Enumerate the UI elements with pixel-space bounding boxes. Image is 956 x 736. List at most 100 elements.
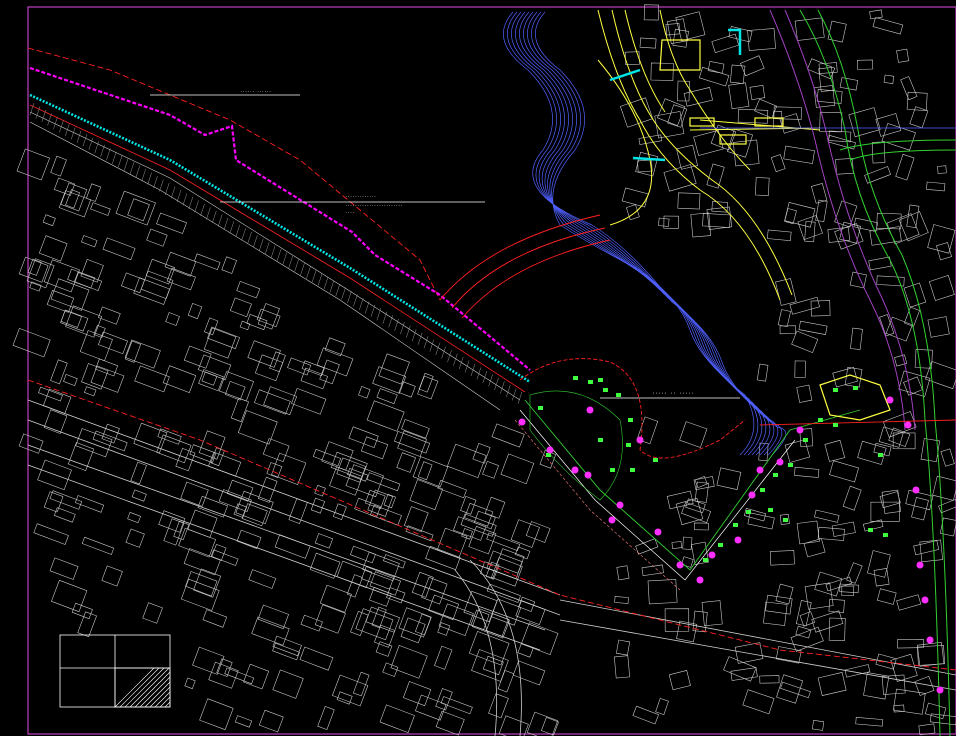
parcel (263, 386, 298, 416)
parcel (766, 229, 792, 242)
parcel (512, 660, 546, 686)
parcel (872, 17, 904, 35)
roads-purple (769, 9, 916, 431)
parcel (236, 529, 262, 549)
parcel (187, 303, 203, 320)
marker-magenta (936, 686, 944, 694)
parcel (798, 320, 828, 335)
hatch-stroke (423, 336, 429, 349)
marker-green (718, 543, 723, 547)
parcel (403, 506, 429, 533)
parcel (299, 646, 334, 671)
parcel (50, 359, 68, 385)
parcel (747, 512, 775, 530)
parcel (777, 309, 791, 328)
parcel (319, 584, 352, 613)
parcel (616, 639, 631, 656)
marker-green (746, 510, 751, 514)
parcel (81, 235, 98, 248)
parcel (647, 579, 678, 605)
parcel (243, 663, 270, 690)
parcel (614, 596, 629, 604)
parcel (271, 452, 307, 485)
hatch-stroke (147, 172, 152, 185)
parcel (16, 148, 50, 181)
parcel (472, 443, 491, 464)
hatch-stroke (139, 676, 171, 708)
parcel (916, 644, 946, 666)
parcel (734, 642, 764, 664)
parcel (366, 400, 405, 432)
parcel (383, 493, 396, 509)
parcel (811, 610, 844, 633)
parcel (525, 521, 551, 543)
parcel (864, 166, 891, 184)
parcel (50, 155, 67, 177)
hatch-stroke (411, 329, 417, 342)
hatch-stroke (259, 238, 264, 251)
hatch-stroke (364, 301, 370, 314)
parcel (784, 208, 797, 225)
parcel (726, 128, 753, 158)
parcel (254, 389, 291, 415)
marker-green (833, 423, 838, 427)
parcel (679, 421, 708, 448)
marker-magenta (886, 396, 894, 404)
parcel (668, 670, 691, 691)
hatch-stroke (106, 148, 111, 161)
parcel (471, 608, 510, 639)
hatch-stroke (65, 123, 70, 136)
marker-magenta (912, 486, 920, 494)
parcel (435, 688, 453, 711)
parcel (272, 669, 304, 699)
hatch-stroke (329, 280, 335, 293)
parcel (896, 594, 922, 611)
parcel (924, 702, 947, 720)
parcel (415, 613, 432, 636)
hatch-stroke (123, 158, 129, 171)
parcel (666, 490, 694, 510)
marker-magenta (734, 536, 742, 544)
hatch-stroke (347, 290, 352, 303)
marker-magenta (586, 406, 594, 414)
parcel (251, 616, 290, 646)
parcel (795, 625, 812, 639)
parcel (418, 372, 434, 393)
parcel (134, 365, 170, 393)
hatch-stroke (100, 144, 105, 157)
parcel (202, 609, 228, 628)
hatch-stroke (306, 266, 311, 279)
parcel (896, 48, 910, 63)
marker-green (878, 453, 883, 457)
parcel (839, 583, 859, 594)
hatch-stroke (134, 671, 171, 708)
parcel (819, 111, 843, 133)
parcel (913, 540, 940, 556)
parcel (702, 212, 731, 228)
hatch-stroke (206, 207, 211, 220)
parcel (682, 536, 693, 550)
marker-green (546, 453, 551, 457)
marker-green (788, 463, 793, 467)
hatch-stroke (114, 667, 155, 708)
hatch-stroke (194, 200, 199, 213)
marker-magenta (571, 466, 579, 474)
hatch-stroke (276, 249, 282, 262)
parcel (635, 151, 659, 177)
parcel (770, 154, 786, 173)
parcel (183, 345, 212, 369)
parcel (755, 177, 770, 196)
hatch-stroke (429, 339, 435, 352)
parcel (900, 76, 918, 101)
hatch-stroke (511, 388, 517, 401)
parcel (390, 645, 428, 679)
hatch-stroke (464, 360, 470, 373)
parcel (655, 698, 669, 715)
marker-green (833, 388, 838, 392)
marker-magenta (756, 466, 764, 474)
parcel (93, 325, 106, 338)
hatch-stroke (288, 256, 293, 269)
parcel (790, 626, 824, 652)
hatch-stroke (176, 189, 182, 203)
parcel (447, 443, 487, 478)
